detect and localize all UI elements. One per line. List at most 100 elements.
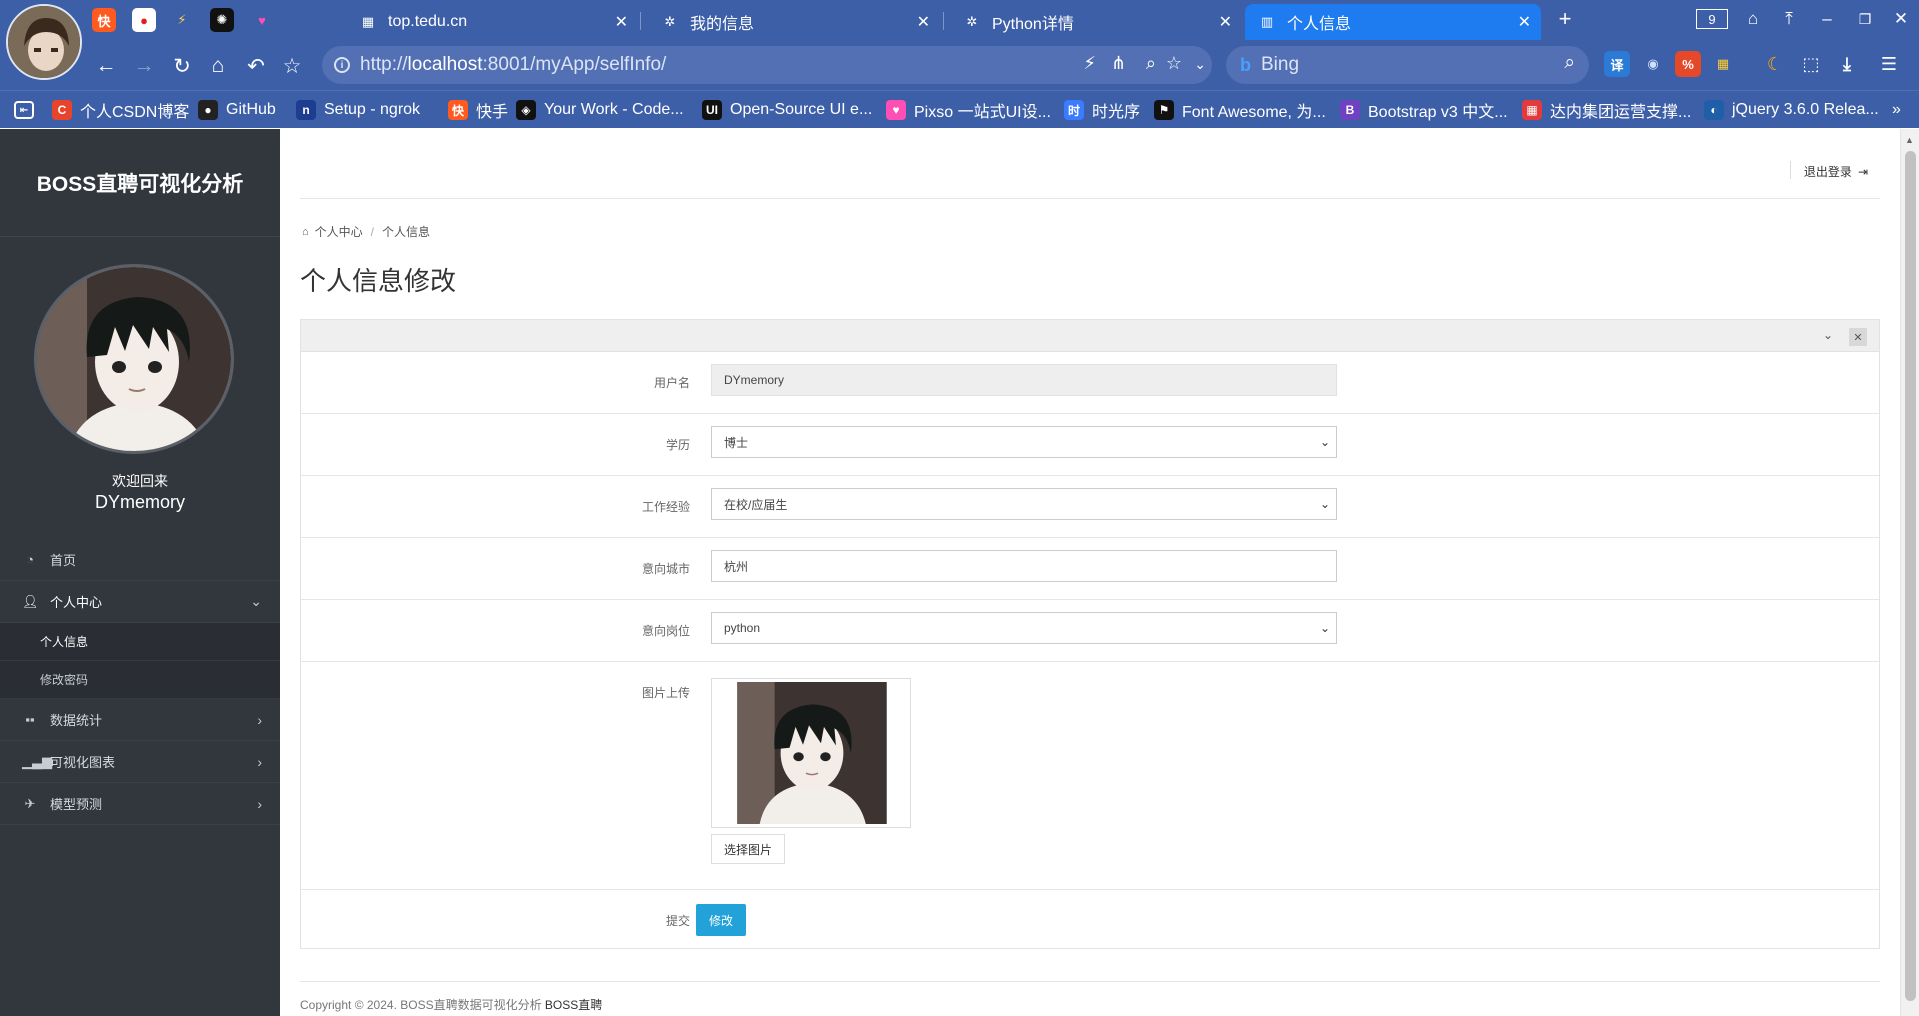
form-row-image-upload: 图片上传 选择图片	[301, 662, 1879, 890]
divider	[1789, 161, 1791, 179]
avatar-portrait-icon	[37, 267, 231, 451]
tab-top-tedu[interactable]: ▦ top.tedu.cn ✕	[346, 4, 638, 40]
sidebar-item-label: 可视化图表	[50, 755, 116, 770]
sidebar: BOSS直聘可视化分析 欢迎回来 DYmemory ◔ 首页 👤︎ 个人中心 ⌄…	[0, 129, 280, 1016]
pinned-tab-pixso-icon[interactable]: ♥	[250, 8, 274, 32]
bookmark-item[interactable]: ♥ Pixso 一站式UI设...	[886, 99, 1051, 121]
restore-icon[interactable]: ❐	[1850, 6, 1880, 32]
forward-icon[interactable]: →	[130, 52, 158, 80]
sidebar-item-home[interactable]: ◔ 首页	[0, 539, 280, 581]
window-close-icon[interactable]: ✕	[1886, 6, 1916, 32]
home-icon: ⌂	[302, 225, 309, 238]
city-input[interactable]: 杭州	[711, 550, 1337, 582]
scroll-up-icon[interactable]: ▲	[1905, 135, 1914, 145]
chevron-right-icon: ›	[257, 711, 262, 728]
submit-label: 提交	[665, 914, 690, 928]
close-icon[interactable]: ✕	[1518, 12, 1531, 32]
pinned-tab-kuaishou-icon[interactable]: 快	[92, 8, 116, 32]
sidebar-toggle-icon[interactable]: ⇤	[14, 99, 42, 121]
shirt-icon[interactable]: ⌂	[1738, 6, 1768, 32]
bookmark-item[interactable]: UI Open-Source UI e...	[702, 99, 872, 121]
sidebar-item-model-prediction[interactable]: ✈ 模型预测 ›	[0, 783, 280, 825]
sidebar-subitem-change-password[interactable]: 修改密码	[0, 661, 280, 699]
sidebar-item-statistics[interactable]: ▪▪ 数据统计 ›	[0, 699, 280, 741]
more-bookmarks-icon[interactable]: »	[1892, 99, 1901, 121]
tab-title: top.tedu.cn	[388, 13, 468, 30]
minimize-icon[interactable]: –	[1812, 6, 1842, 32]
address-bar[interactable]: i http://localhost:8001/myApp/selfInfo/ …	[322, 46, 1212, 84]
pinned-tab-record-icon[interactable]: ●	[132, 8, 156, 32]
tab-personal-info[interactable]: ▥ 个人信息 ✕	[1245, 4, 1541, 40]
username-field[interactable]: DYmemory	[711, 364, 1337, 396]
favorite-star-icon[interactable]: ☆	[278, 52, 306, 80]
pinned-tab-openai-icon[interactable]: ✺	[210, 8, 234, 32]
new-tab-icon[interactable]: +	[1550, 6, 1580, 32]
bookmark-item[interactable]: ◐ jQuery 3.6.0 Relea...	[1704, 99, 1879, 121]
bar-chart-icon: ▁▃▆	[22, 753, 52, 769]
image-preview	[711, 678, 911, 828]
bookmark-item[interactable]: ⚑ Font Awesome, 为...	[1154, 99, 1326, 121]
bookmark-item[interactable]: n Setup - ngrok	[296, 99, 420, 121]
reload-icon[interactable]: ↻	[168, 52, 196, 80]
zoom-icon[interactable]: ⌕	[1146, 53, 1156, 74]
user-avatar	[34, 264, 234, 454]
tab-python-detail[interactable]: ✲ Python详情 ✕	[950, 4, 1242, 40]
screenshot-icon[interactable]: ⬚	[1798, 51, 1824, 77]
choose-image-button[interactable]: 选择图片	[711, 834, 786, 864]
close-icon[interactable]: ✕	[615, 12, 628, 32]
footer: Copyright © 2024. BOSS直聘数据可视化分析 BOSS直聘	[300, 981, 1880, 1013]
browser-profile-avatar[interactable]	[6, 4, 82, 80]
discount-extension-icon[interactable]: %	[1675, 51, 1701, 77]
tab-counter[interactable]: 9	[1696, 9, 1728, 29]
form-row-username: 用户名 DYmemory	[301, 352, 1879, 414]
collapse-chevron-icon[interactable]: ⌄	[1823, 328, 1833, 342]
experience-select[interactable]: 在校/应届生 ⌄	[711, 488, 1337, 520]
bookmark-favicon-icon: 时	[1064, 100, 1084, 120]
bookmark-item[interactable]: 快快手	[448, 99, 508, 121]
close-icon[interactable]: ✕	[917, 12, 930, 32]
breadcrumb-link[interactable]: 个人中心	[315, 223, 363, 240]
sidebar-item-charts[interactable]: ▁▃▆ 可视化图表 ›	[0, 741, 280, 783]
reader-extension-icon[interactable]: ◉	[1640, 51, 1666, 77]
chevron-down-icon[interactable]: ⌄	[1194, 56, 1206, 73]
logout-link[interactable]: 退出登录 ⇥	[1789, 161, 1868, 180]
site-info-icon[interactable]: i	[334, 57, 350, 73]
share-icon[interactable]: ⋔	[1111, 53, 1126, 74]
chevron-down-icon: ⌄	[1319, 621, 1330, 635]
translate-extension-icon[interactable]: 译	[1604, 51, 1630, 77]
download-icon[interactable]: ⤓	[1834, 51, 1860, 77]
bookmark-item[interactable]: 时时光序	[1064, 99, 1140, 121]
search-icon[interactable]: ⌕	[1564, 52, 1575, 74]
close-icon[interactable]: ✕	[1849, 328, 1867, 346]
search-box[interactable]: b Bing ⌕	[1226, 46, 1589, 84]
bookmark-item[interactable]: B Bootstrap v3 中文...	[1340, 99, 1508, 121]
position-select[interactable]: python ⌄	[711, 612, 1337, 644]
bookmark-item[interactable]: ▦ 达内集团运营支撑...	[1522, 99, 1691, 121]
bookmark-favicon-icon: n	[296, 100, 316, 120]
sidebar-subitem-label: 个人信息	[40, 635, 89, 649]
menu-icon[interactable]: ☰	[1876, 51, 1902, 77]
sidebar-menu: ◔ 首页 👤︎ 个人中心 ⌄ 个人信息 修改密码 ▪▪ 数据统计 › ▁▃▆ 可…	[0, 539, 280, 825]
sidebar-item-personal-center[interactable]: 👤︎ 个人中心 ⌄	[0, 581, 280, 623]
pin-icon[interactable]: ⤒	[1774, 6, 1804, 32]
undo-icon[interactable]: ↶	[242, 52, 270, 80]
scrollbar-thumb[interactable]	[1905, 151, 1916, 1001]
bookmark-item[interactable]: ● GitHub	[198, 99, 276, 121]
education-select[interactable]: 博士 ⌄	[711, 426, 1337, 458]
close-icon[interactable]: ✕	[1219, 12, 1232, 32]
apps-extension-icon[interactable]: ▦	[1710, 51, 1736, 77]
modify-button[interactable]: 修改	[696, 904, 746, 936]
lightning-icon[interactable]: ⚡	[1083, 53, 1096, 74]
top-header: 退出登录 ⇥	[300, 129, 1880, 199]
bookmark-star-icon[interactable]: ☆	[1166, 53, 1182, 74]
bookmark-favicon-icon: ◈	[516, 100, 536, 120]
tab-my-info[interactable]: ✲ 我的信息 ✕	[648, 4, 940, 40]
pinned-tab-lightning-icon[interactable]: ⚡	[170, 8, 194, 32]
page-scrollbar[interactable]: ▲	[1900, 129, 1919, 1016]
bookmark-item[interactable]: C 个人CSDN博客	[52, 99, 189, 121]
home-icon[interactable]: ⌂	[204, 52, 232, 80]
back-icon[interactable]: ←	[92, 52, 120, 80]
night-mode-icon[interactable]: ☾	[1762, 51, 1788, 77]
sidebar-subitem-personal-info[interactable]: 个人信息	[0, 623, 280, 661]
bookmark-item[interactable]: ◈ Your Work - Code...	[516, 99, 684, 121]
